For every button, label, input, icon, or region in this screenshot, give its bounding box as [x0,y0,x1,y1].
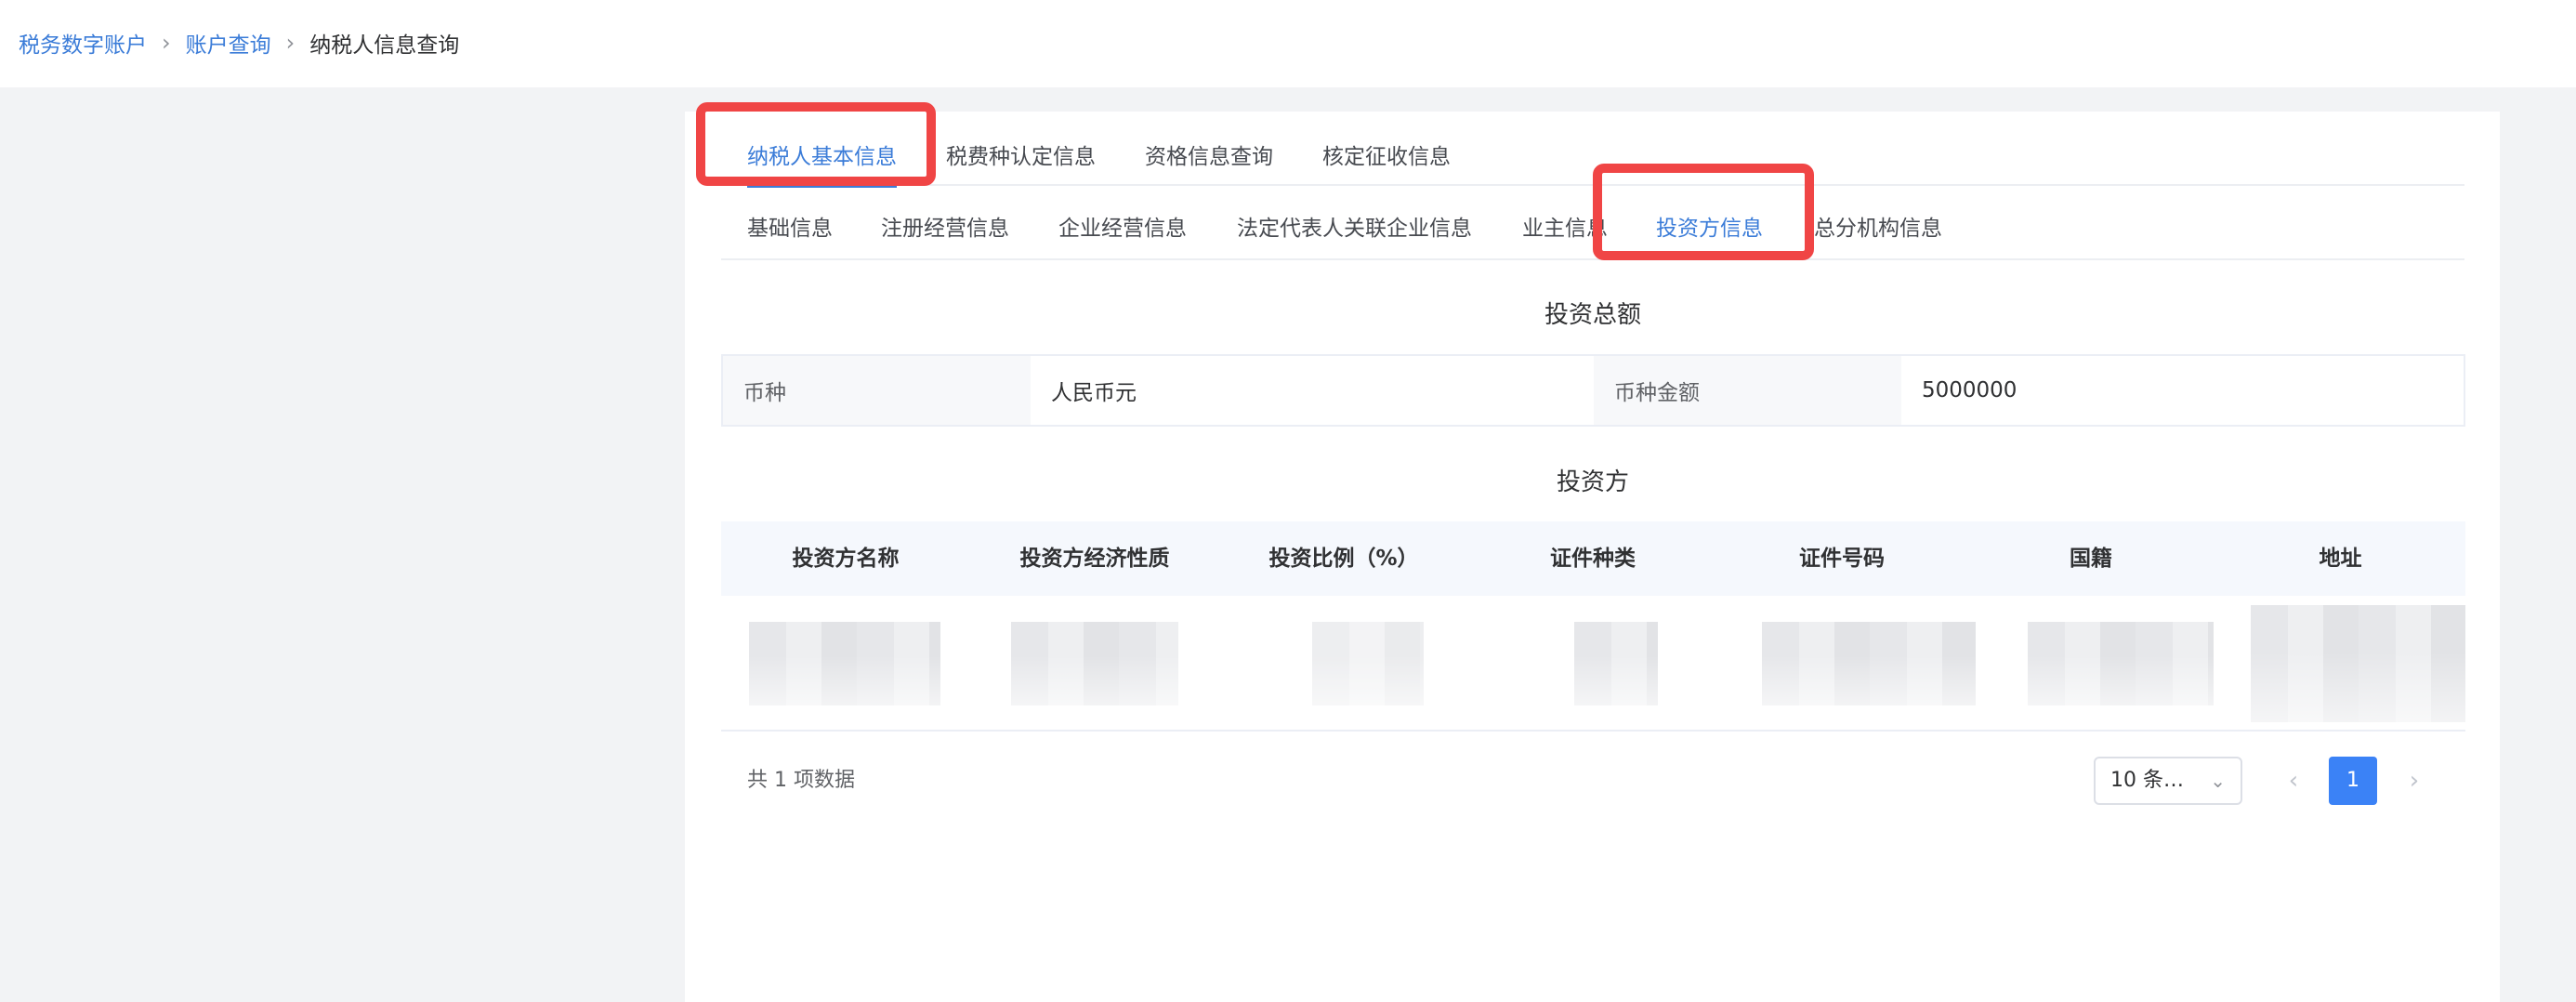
currency-value: 人民币元 [1031,356,1594,425]
breadcrumb-tax-digital-account[interactable]: 税务数字账户 [19,27,147,59]
main-tabs: 纳税人基本信息 税费种认定信息 资格信息查询 核定征收信息 [721,128,2464,188]
breadcrumb-separator-icon: › [285,30,296,56]
tab-label: 税费种认定信息 [946,145,1096,169]
tab-label: 法定代表人关联企业信息 [1237,217,1472,241]
pagination: 共 1 项数据 10 条… ⌄ ‹ 1 › [721,751,2465,811]
investors-table: 投资方名称 投资方经济性质 投资比例（%） 证件种类 证件号码 国籍 地址 [721,521,2465,732]
tab-label: 基础信息 [747,217,833,241]
chevron-down-icon: ⌄ [2210,770,2226,792]
blurred-cell [749,622,940,705]
tab-label: 纳税人基本信息 [747,145,897,169]
blurred-cell [1574,622,1658,705]
tab-assessed-collection[interactable]: 核定征收信息 [1322,128,1451,186]
subtab-investor-info[interactable]: 投资方信息 [1656,195,1763,260]
tab-label: 业主信息 [1522,217,1608,241]
subtab-legal-rep-affiliates[interactable]: 法定代表人关联企业信息 [1237,195,1472,260]
page-number-button[interactable]: 1 [2329,757,2377,805]
currency-label: 币种 [723,356,1031,425]
tab-label: 总分机构信息 [1814,217,1942,241]
blurred-cell [1312,622,1424,705]
subtab-owner-info[interactable]: 业主信息 [1522,195,1608,260]
sub-tabs: 基础信息 注册经营信息 企业经营信息 法定代表人关联企业信息 业主信息 投资方信… [721,195,2464,260]
subtab-basic-info[interactable]: 基础信息 [747,195,833,260]
blurred-cell [1762,622,1976,705]
currency-amount-label: 币种金额 [1594,356,1901,425]
investment-total-table: 币种 人民币元 币种金额 5000000 [721,354,2465,427]
next-page-button[interactable]: › [2390,757,2438,805]
table-row [721,596,2465,730]
breadcrumb-current: 纳税人信息查询 [309,33,460,58]
tab-taxpayer-basic-info[interactable]: 纳税人基本信息 [747,128,897,188]
investors-title: 投资方 [1557,468,1630,496]
column-header-id-number: 证件号码 [1799,547,1885,571]
tab-qualification-query[interactable]: 资格信息查询 [1145,128,1273,186]
breadcrumb-account-query[interactable]: 账户查询 [186,27,271,59]
tab-label: 投资方信息 [1656,217,1763,241]
column-header-economic-nature: 投资方经济性质 [1019,547,1170,571]
currency-amount-value: 5000000 [1901,356,2464,425]
blurred-cell [2251,605,2465,722]
subtab-registration-info[interactable]: 注册经营信息 [881,195,1009,260]
column-header-address: 地址 [2319,547,2362,571]
active-tab-indicator [747,185,897,188]
tab-label: 资格信息查询 [1145,145,1273,169]
blurred-cell [2028,622,2214,705]
subtab-enterprise-operation[interactable]: 企业经营信息 [1058,195,1187,260]
table-header: 投资方名称 投资方经济性质 投资比例（%） 证件种类 证件号码 国籍 地址 [721,521,2465,596]
tab-tax-type-identification[interactable]: 税费种认定信息 [946,128,1096,186]
subtab-branch-info[interactable]: 总分机构信息 [1814,195,1942,260]
column-header-investor-name: 投资方名称 [792,547,900,571]
blurred-cell [1011,622,1178,705]
column-header-id-type: 证件种类 [1550,547,1636,571]
total-count: 共 1 项数据 [747,769,855,792]
page-size-value: 10 条… [2110,769,2184,792]
top-bar: 税务数字账户 › 账户查询 › 纳税人信息查询 [0,0,2576,87]
investment-total-title: 投资总额 [1544,301,1642,329]
breadcrumb-separator-icon: › [162,30,171,56]
breadcrumb: 税务数字账户 › 账户查询 › 纳税人信息查询 [19,26,459,59]
prev-page-button[interactable]: ‹ [2269,757,2318,805]
column-header-investment-ratio: 投资比例（%） [1268,547,1419,571]
tab-label: 企业经营信息 [1058,217,1187,241]
tab-label: 核定征收信息 [1322,145,1451,169]
column-header-nationality: 国籍 [2070,547,2112,571]
page-size-select[interactable]: 10 条… ⌄ [2094,757,2242,805]
tab-label: 注册经营信息 [881,217,1009,241]
